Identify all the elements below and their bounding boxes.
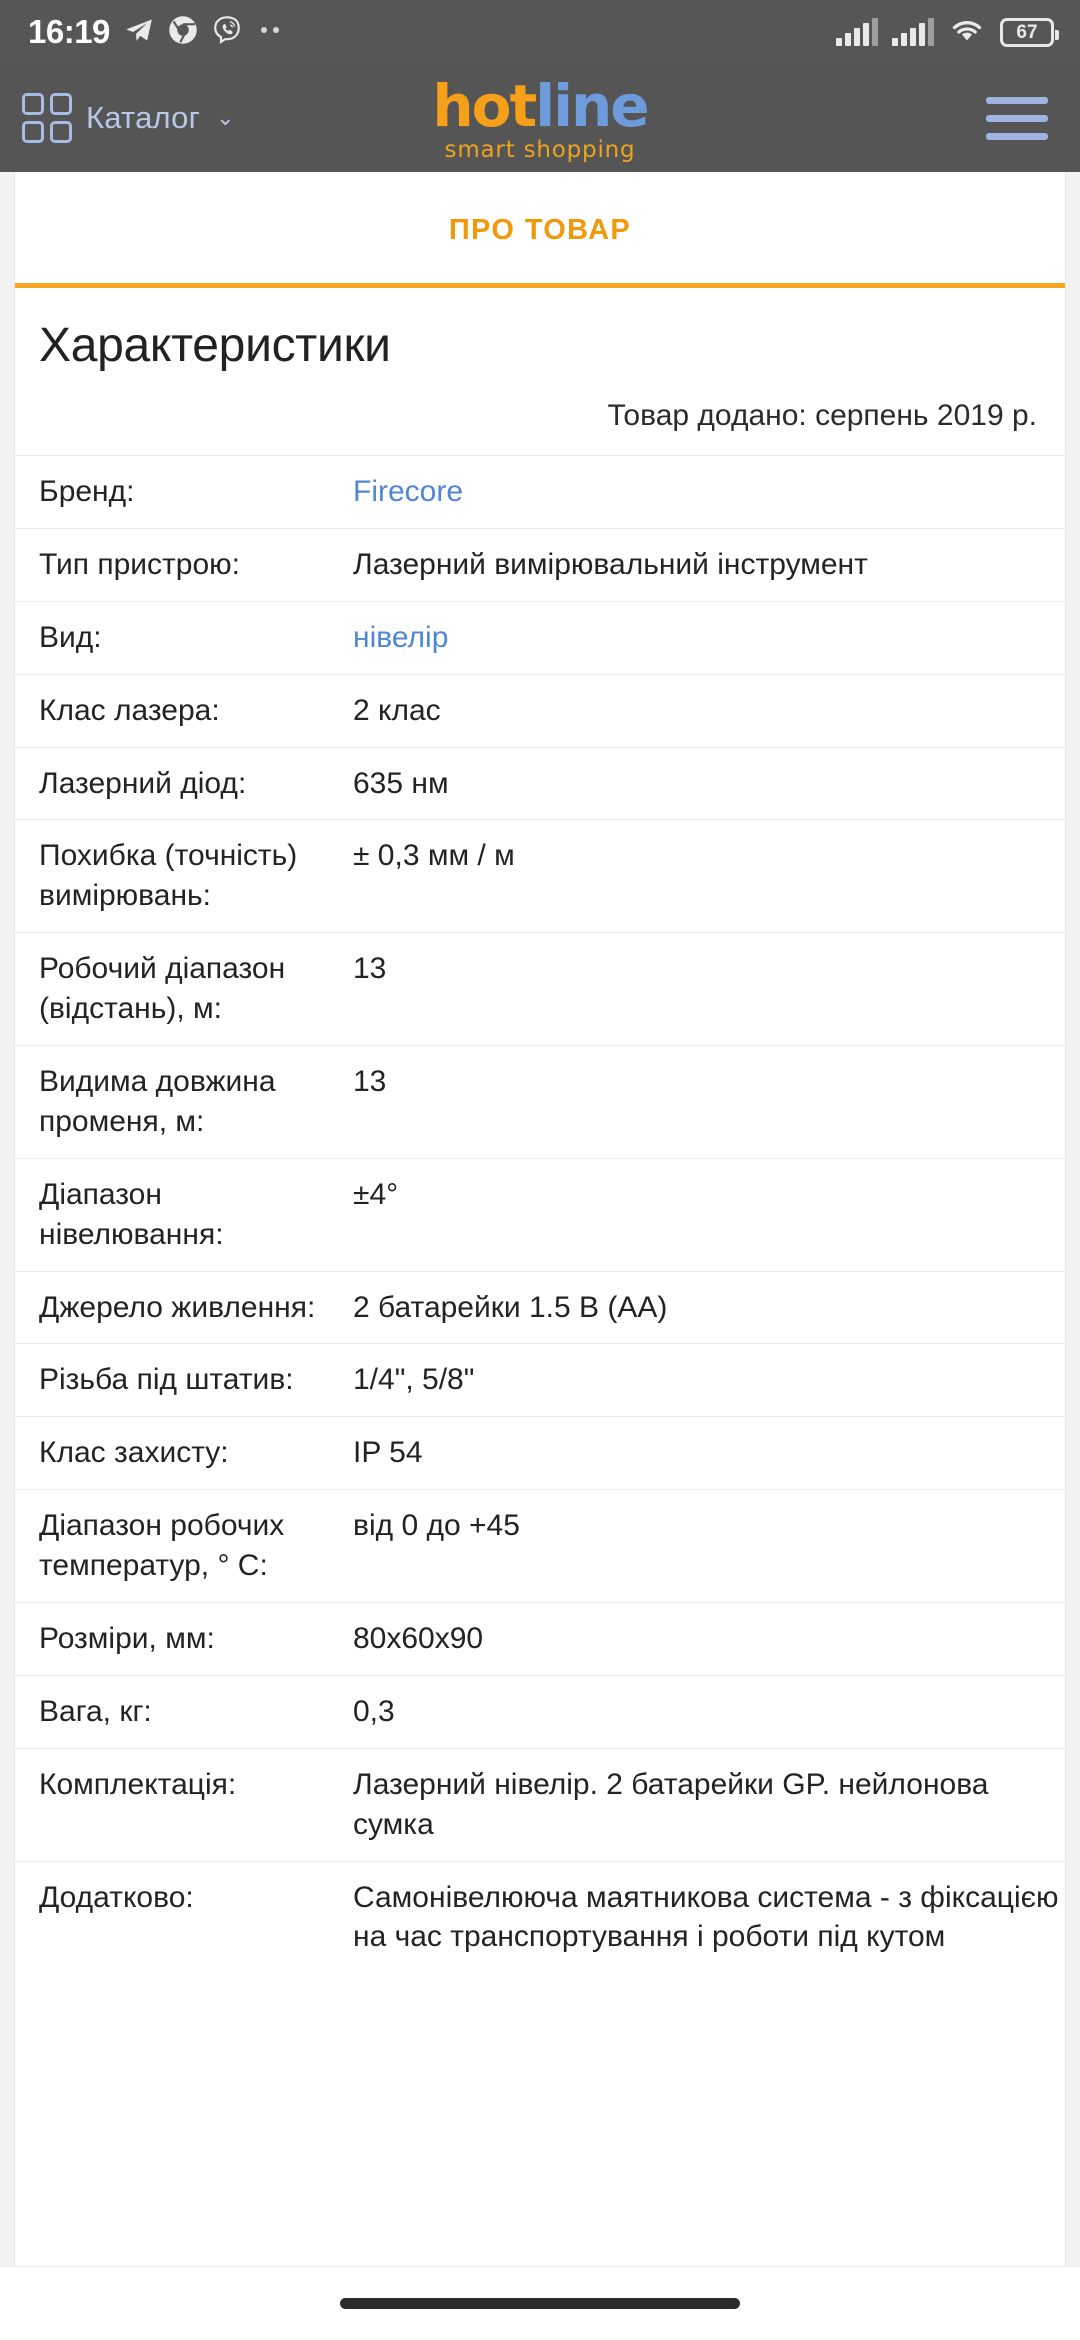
table-row: Тип пристрою: Лазерний вимірювальний інст… [15, 528, 1065, 601]
spec-label: Вага, кг: [39, 1694, 152, 1728]
content-card: ПРО ТОВАР Характеристики Товар додано: с… [14, 172, 1066, 2340]
spec-label: Додатково: [39, 1880, 194, 1914]
logo-hot-text: hot [432, 72, 537, 140]
battery-percent-label: 67 [1016, 21, 1038, 43]
spec-label: Тип пристрою: [39, 547, 240, 581]
specifications-table-body: Бренд: Firecore Тип пристрою: Лазерний вимі… [15, 455, 1065, 1974]
spec-value: IP 54 [353, 1436, 423, 1470]
table-row: Вид: нівелір [15, 601, 1065, 674]
table-row: Клас захисту: IP 54 [15, 1416, 1065, 1490]
spec-label: Розміри, мм: [39, 1622, 215, 1656]
table-row: Вага, кг: 0,3 [15, 1675, 1065, 1748]
signal-bars-sim1-icon [836, 18, 878, 46]
table-row: Робочий діапазон (відстань), м: 13 [15, 932, 1065, 1046]
table-row: Розміри, мм: 80x60x90 [15, 1602, 1065, 1676]
table-row: Клас лазера: 2 клас [15, 674, 1065, 747]
spec-label: Видима довжина променя, м: [39, 1065, 276, 1138]
table-row: Діапазон нівелювання: ±4° [15, 1158, 1065, 1271]
table-row: Видима довжина променя, м: 13 [15, 1045, 1065, 1159]
spec-value: Лазерний нівелір. 2 батарейки GP. нейлон… [353, 1767, 989, 1841]
app-header: Каталог ⌄ hotline smart shopping [0, 64, 1080, 172]
chrome-icon [168, 15, 198, 50]
signal-bars-sim2-icon [892, 18, 934, 46]
spec-value: 2 батарейки 1.5 В (АА) [353, 1290, 668, 1324]
site-logo[interactable]: hotline smart shopping [432, 77, 649, 163]
table-row: Різьба під штатив: 1/4", 5/8" [15, 1343, 1065, 1417]
spec-value: 13 [353, 1065, 387, 1099]
spec-value: ± 0,3 мм / м [353, 839, 515, 873]
table-row: Джерело живлення: 2 батарейки 1.5 В (АА) [15, 1271, 1065, 1344]
catalog-button[interactable]: Каталог ⌄ [22, 93, 235, 143]
table-row: Похибка (точність) вимірювань: ± 0,3 мм /… [15, 819, 1065, 933]
chevron-down-icon: ⌄ [216, 105, 235, 130]
viber-icon [212, 15, 242, 50]
table-row: Комплектація: Лазерний нівелір. 2 батарей… [15, 1748, 1065, 1861]
spec-value: 2 клас [353, 693, 441, 727]
spec-label: Клас лазера: [39, 693, 220, 727]
status-bar-right: 67 [836, 16, 1059, 49]
table-row: Додатково: Самонівелююча маятникова систе… [15, 1861, 1065, 1973]
spec-label: Вид: [39, 620, 102, 654]
spec-value[interactable]: Firecore [345, 456, 1065, 529]
table-row: Лазерний діод: 635 нм [15, 747, 1065, 820]
status-clock: 16:19 [28, 13, 110, 50]
spec-label: Діапазон нівелювання: [39, 1177, 224, 1251]
page-body: ПРО ТОВАР Характеристики Товар додано: с… [0, 172, 1080, 2340]
spec-value: 1/4", 5/8" [353, 1363, 475, 1397]
page-title: Характеристики [39, 319, 391, 372]
spec-label: Робочий діапазон (відстань), м: [39, 952, 286, 1026]
specifications-table: Бренд: Firecore Тип пристрою: Лазерний вимі… [15, 455, 1065, 1973]
logo-tagline: smart shopping [444, 136, 636, 163]
battery-indicator: 67 [1000, 17, 1059, 47]
spec-value: 635 нм [353, 766, 449, 800]
spec-label: Діапазон робочих температур, ° С: [39, 1509, 285, 1583]
status-bar: 16:19 67 [0, 0, 1080, 64]
spec-value-link[interactable]: нівелір [353, 621, 448, 654]
spec-value: 80x60x90 [353, 1622, 484, 1656]
telegram-icon [124, 16, 154, 49]
spec-value: 13 [353, 952, 387, 986]
tab-about-product[interactable]: ПРО ТОВАР [449, 214, 631, 246]
spec-value[interactable]: нівелір [345, 601, 1065, 674]
logo-line-text: line [535, 72, 649, 140]
product-added-date: Товар додано: серпень 2019 р. [607, 399, 1037, 432]
status-bar-left: 16:19 [28, 13, 290, 51]
system-navigation-bar [0, 2266, 1080, 2340]
spec-label: Лазерний діод: [39, 766, 247, 800]
home-gesture-pill[interactable] [340, 2298, 740, 2309]
spec-label: Комплектація: [39, 1767, 237, 1801]
spec-value: від 0 до +45 [353, 1509, 520, 1543]
grid-menu-icon [22, 93, 72, 143]
spec-value: Лазерний вимірювальний інструмент [353, 547, 868, 581]
wifi-icon [948, 16, 986, 49]
spec-value-link[interactable]: Firecore [353, 475, 463, 508]
spec-label: Похибка (точність) вимірювань: [39, 839, 298, 913]
hamburger-menu-icon[interactable] [986, 91, 1048, 146]
spec-label: Різьба під штатив: [39, 1363, 294, 1397]
spec-label: Клас захисту: [39, 1436, 229, 1470]
table-row: Бренд: Firecore [15, 455, 1065, 529]
spec-label: Джерело живлення: [39, 1290, 316, 1324]
catalog-label: Каталог [86, 100, 201, 135]
spec-value: ±4° [353, 1177, 399, 1211]
spec-value: 0,3 [353, 1694, 395, 1728]
tab-bar: ПРО ТОВАР [15, 172, 1065, 288]
more-notifications-icon [256, 23, 290, 41]
spec-label: Бренд: [39, 475, 135, 508]
logo-wordmark: hotline [432, 77, 649, 135]
table-row: Діапазон робочих температур, ° С: від 0 д… [15, 1489, 1065, 1603]
spec-value: Самонівелююча маятникова система - з фік… [353, 1880, 1059, 1954]
